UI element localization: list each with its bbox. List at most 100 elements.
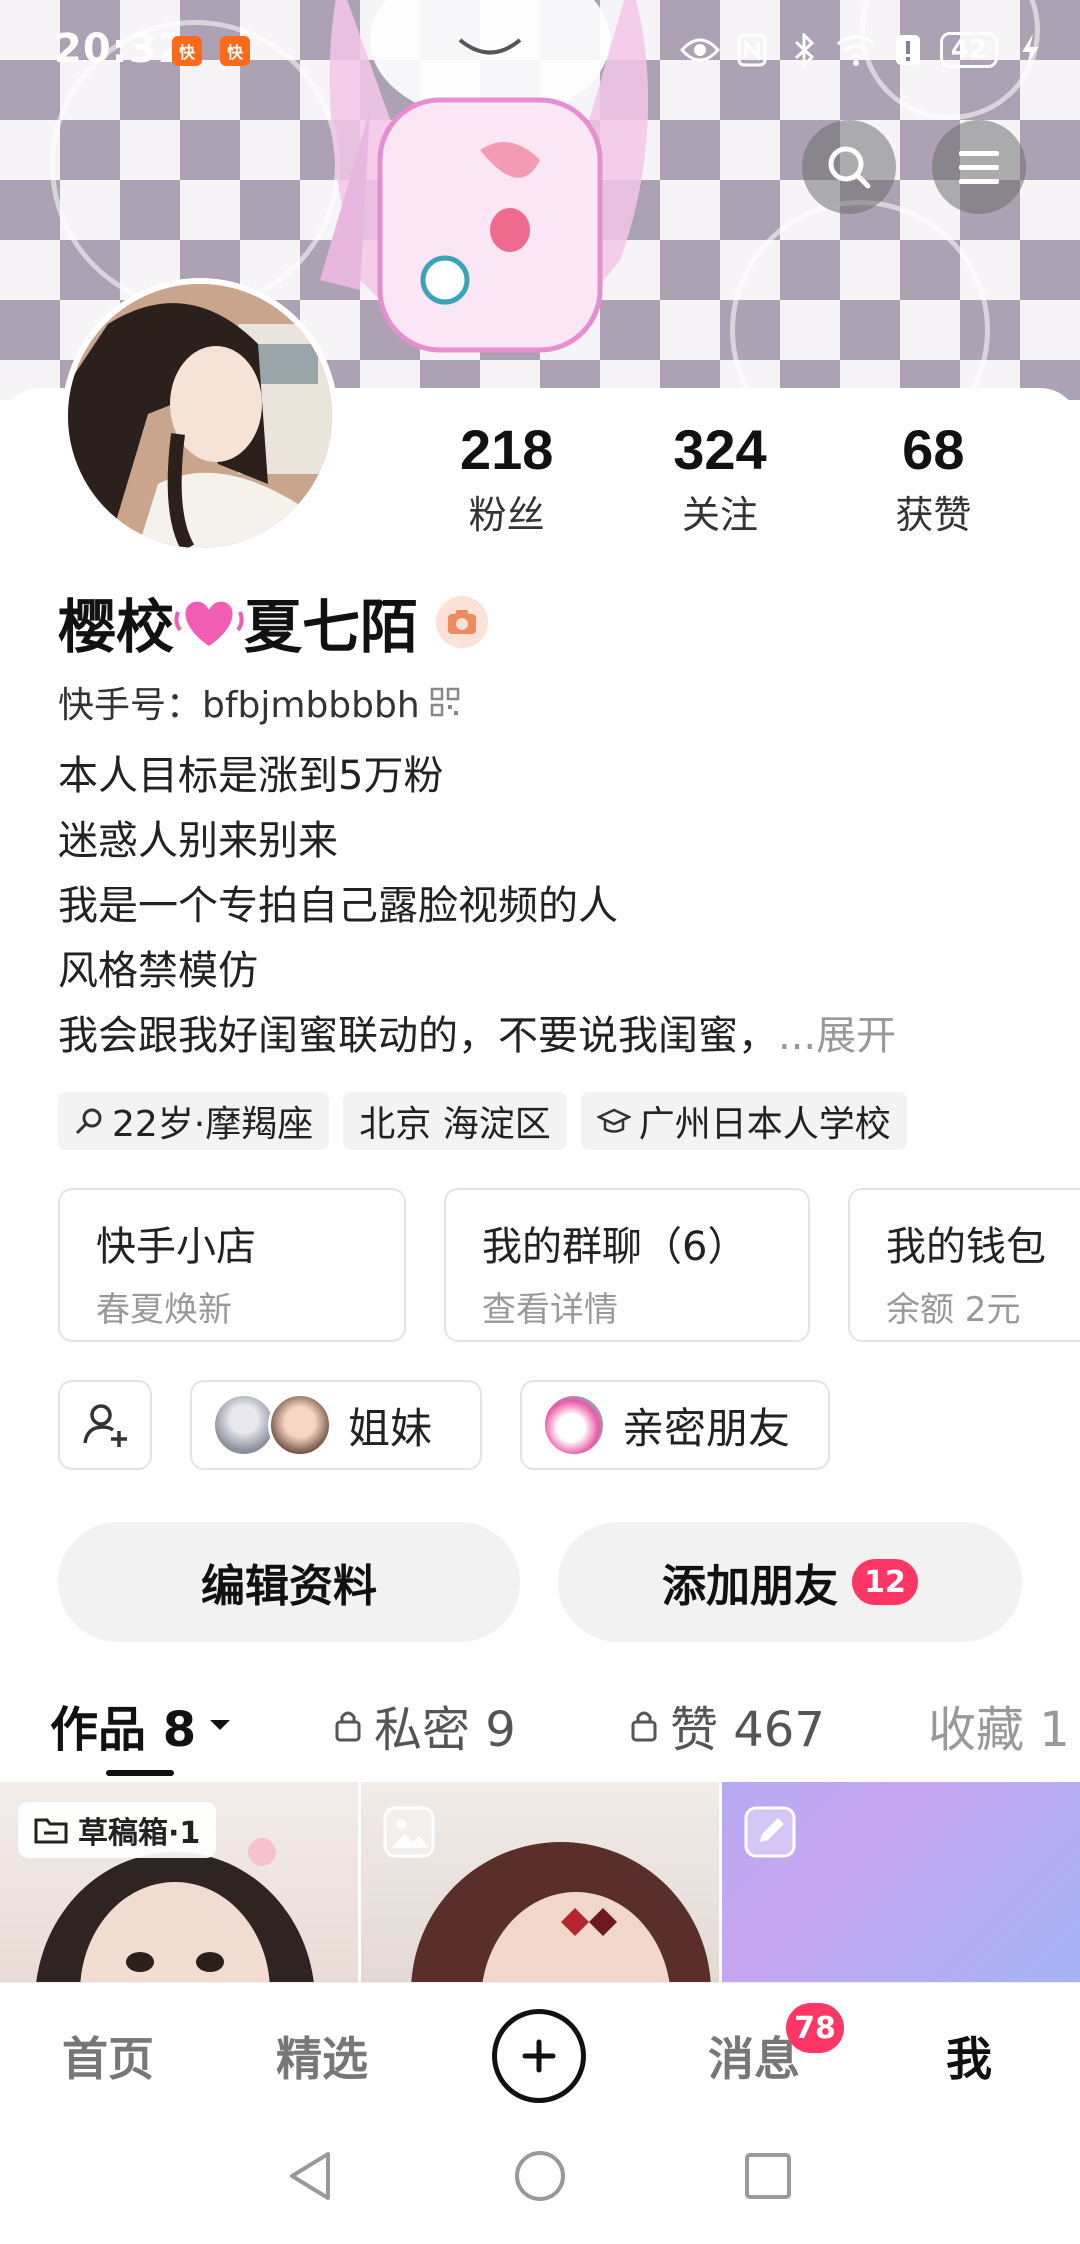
stat-value: 324 xyxy=(673,418,767,481)
creator-badge-icon[interactable] xyxy=(436,596,489,648)
plus-icon xyxy=(522,2039,556,2073)
recents-icon[interactable] xyxy=(742,2150,794,2202)
nav-me[interactable]: 我 xyxy=(946,2023,992,2089)
tab-label: 私密 9 xyxy=(374,1702,516,1758)
drafts-count: 草稿箱·1 xyxy=(78,1816,201,1851)
menu-icon xyxy=(959,151,999,184)
tag-location: 北京 海淀区 xyxy=(343,1092,567,1150)
feature-title: 快手小店 xyxy=(96,1224,256,1270)
bio-line: 我是一个专拍自己露脸视频的人 xyxy=(58,883,618,929)
button-label: 编辑资料 xyxy=(201,1561,377,1612)
bio-line: 风格禁模仿 xyxy=(58,948,258,994)
tab-label: 赞 467 xyxy=(670,1702,825,1758)
tab-label: 收藏 1 xyxy=(928,1702,1070,1758)
stat-value: 218 xyxy=(459,418,554,481)
eye-icon xyxy=(679,30,720,70)
content-tabs: 作品 8 私密 9 赞 467 收藏 1 xyxy=(0,1680,1080,1780)
bio-line: 本人目标是涨到5万粉 xyxy=(58,753,444,799)
tab-likes[interactable]: 赞 467 xyxy=(630,1690,825,1760)
feature-kuaishou-shop[interactable]: 快手小店 春夏焕新 xyxy=(58,1188,406,1342)
friend-avatar xyxy=(212,1393,276,1457)
qr-code-icon[interactable] xyxy=(430,687,460,717)
charging-icon xyxy=(1010,30,1050,70)
messages-unread-badge: 78 xyxy=(786,2003,844,2053)
lock-icon xyxy=(335,1711,361,1742)
name-part: 夏七陌 xyxy=(244,593,419,661)
tag-age-zodiac: 22岁·摩羯座 xyxy=(58,1092,330,1150)
stat-following[interactable]: 324 关注 xyxy=(613,418,826,539)
tag-label: 北京 海淀区 xyxy=(359,1104,551,1145)
feature-subtitle: 春夏焕新 xyxy=(96,1290,232,1330)
active-tab-indicator xyxy=(106,1770,174,1776)
grid-item-draft[interactable]: 草稿箱·1 xyxy=(0,1782,358,1982)
edit-profile-button[interactable]: 编辑资料 xyxy=(58,1522,520,1642)
drafts-label: 草稿箱·1 xyxy=(18,1802,217,1858)
name-part: 樱校 xyxy=(58,593,175,661)
kuaishou-id-text: 快手号：bfbjmbbbbh xyxy=(58,685,420,726)
bio-line: 我会跟我好闺蜜联动的，不要说我闺蜜，...展开 xyxy=(58,1004,1058,1069)
status-icons: 42 xyxy=(679,28,1050,72)
status-app-badge: 快 xyxy=(172,36,202,66)
text-post-icon xyxy=(744,1806,796,1858)
home-icon[interactable] xyxy=(512,2148,568,2204)
wifi-icon xyxy=(836,30,876,70)
tag-label: 22岁·摩羯座 xyxy=(112,1104,314,1145)
add-friend-button[interactable]: 添加朋友 12 xyxy=(558,1522,1022,1642)
tab-label: 作品 8 xyxy=(50,1702,197,1758)
system-navigation-bar xyxy=(0,2112,1080,2244)
back-icon[interactable] xyxy=(284,2148,336,2204)
sisters-relation-chip[interactable]: 姐妹 xyxy=(190,1380,482,1470)
stat-label: 获赞 xyxy=(895,493,972,538)
stat-value: 68 xyxy=(902,418,965,481)
kuaishou-id[interactable]: 快手号：bfbjmbbbbh xyxy=(58,676,460,728)
status-time: 20:32 xyxy=(54,26,187,72)
feature-wallet[interactable]: 我的钱包 余额 2元 xyxy=(848,1188,1080,1342)
profile-name: 樱校 夏七陌 xyxy=(58,580,489,664)
works-grid: 草稿箱·1 xyxy=(0,1782,1080,1982)
alert-icon xyxy=(888,30,928,70)
nfc-icon xyxy=(732,30,772,70)
caret-down-icon xyxy=(210,1720,231,1730)
tag-label: 广州日本人学校 xyxy=(638,1104,891,1145)
chip-label: 姐妹 xyxy=(348,1403,433,1453)
avatar[interactable] xyxy=(62,278,338,554)
search-icon xyxy=(828,146,871,189)
chip-label: 亲密朋友 xyxy=(622,1403,791,1453)
heart-emoji-icon xyxy=(174,601,244,646)
bio-line-text: 我会跟我好闺蜜联动的，不要说我闺蜜， xyxy=(58,1013,778,1059)
nav-home[interactable]: 首页 xyxy=(62,2023,154,2089)
profile-bio[interactable]: 本人目标是涨到5万粉 迷惑人别来别来 我是一个专拍自己露脸视频的人 风格禁模仿 … xyxy=(58,744,1058,1069)
feature-subtitle: 余额 2元 xyxy=(886,1290,1021,1330)
bluetooth-icon xyxy=(784,30,824,70)
stat-likes[interactable]: 68 获赞 xyxy=(827,418,1040,539)
button-label: 添加朋友 xyxy=(662,1561,838,1612)
close-friends-chip[interactable]: 亲密朋友 xyxy=(520,1380,830,1470)
status-app-badge: 快 xyxy=(220,36,250,66)
battery-level: 42 xyxy=(939,32,998,68)
image-gallery-icon xyxy=(383,1806,435,1858)
search-button[interactable] xyxy=(802,120,896,214)
create-post-button[interactable] xyxy=(492,2009,586,2103)
bio-line: 迷惑人别来别来 xyxy=(58,818,338,864)
stat-label: 粉丝 xyxy=(468,493,545,538)
tab-collections[interactable]: 收藏 1 xyxy=(928,1690,1070,1760)
nav-featured[interactable]: 精选 xyxy=(276,2023,368,2089)
status-bar: 20:32 快 快 42 xyxy=(0,0,1080,100)
tab-private[interactable]: 私密 9 xyxy=(334,1690,516,1760)
tab-works[interactable]: 作品 8 xyxy=(50,1690,232,1760)
feature-group-chats[interactable]: 我的群聊（6） 查看详情 xyxy=(444,1188,810,1342)
lock-icon xyxy=(631,1711,657,1742)
feature-title: 我的钱包 xyxy=(886,1224,1046,1270)
expand-bio-link[interactable]: ...展开 xyxy=(778,1013,896,1059)
grid-item[interactable] xyxy=(361,1782,719,1982)
profile-tags: 22岁·摩羯座 北京 海淀区 广州日本人学校 xyxy=(58,1092,907,1150)
grid-item[interactable] xyxy=(722,1782,1080,1982)
friend-avatar xyxy=(542,1393,606,1457)
add-relation-button[interactable] xyxy=(58,1380,152,1470)
graduation-cap-icon xyxy=(596,1108,631,1133)
folder-icon xyxy=(34,1818,68,1844)
stat-followers[interactable]: 218 粉丝 xyxy=(400,418,613,539)
capricorn-icon xyxy=(75,1108,102,1135)
menu-button[interactable] xyxy=(932,120,1026,214)
stat-label: 关注 xyxy=(681,493,758,538)
